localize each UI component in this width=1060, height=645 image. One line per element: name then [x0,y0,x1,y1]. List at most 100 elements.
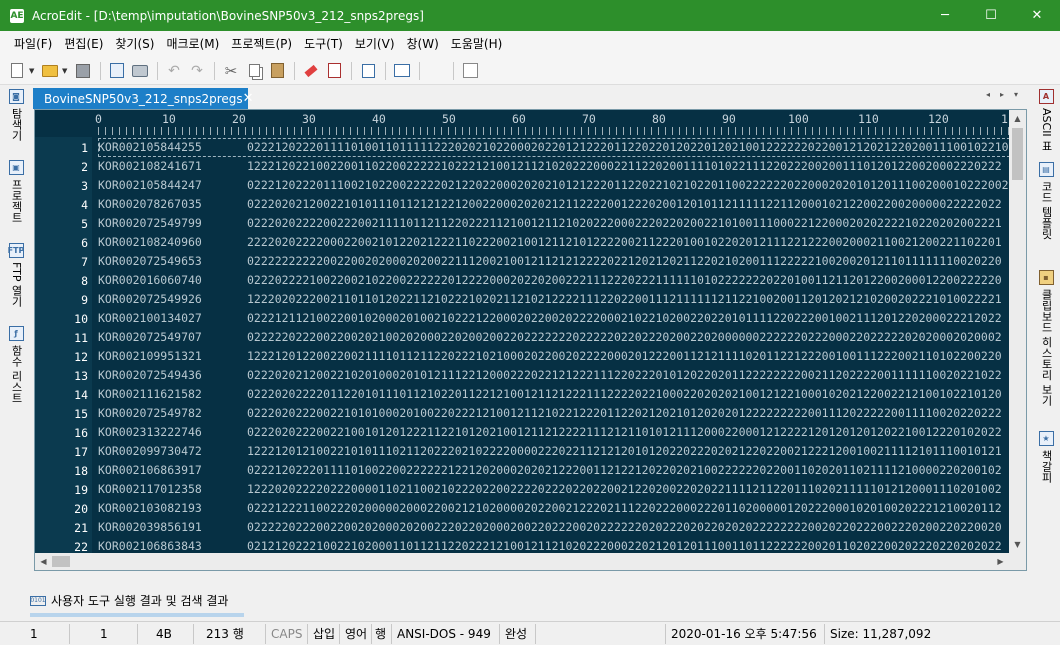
animal-id: KOR002109951321 [98,349,202,363]
side-tab-ftp[interactable]: FTP FTP 열기 [6,243,26,307]
close-button[interactable]: ✕ [1014,0,1060,31]
undo-icon: ↶ [168,62,180,79]
status-insert-mode[interactable]: 삽입 [308,623,340,644]
status-line: 1 [0,623,70,644]
genotype-sequence: 1222120221002200110220022222102221210012… [247,159,1002,173]
binary-output-icon: 0101 [30,595,46,606]
open-file-button[interactable] [39,60,61,82]
text-line: KOR002072549436 0222020212002210201000201… [98,366,1002,385]
title-bar: AE AcroEdit - [D:\temp\imputation\Bovine… [0,0,1060,31]
undo-button[interactable]: ↶ [163,60,185,82]
vertical-scroll-thumb[interactable] [1012,128,1023,180]
find-button[interactable] [323,60,345,82]
print-preview-button[interactable] [106,60,128,82]
genotype-sequence: 0222222222200220020200020200221112002100… [247,254,1002,268]
line-number: 21 [74,521,88,535]
genotype-sequence: 2222020222200022002101220212221102220021… [247,235,1002,249]
line-number: 5 [81,217,88,231]
project-icon: ▣ [8,160,24,175]
toolbar-separator [100,61,101,80]
find-document-icon [327,63,341,78]
status-language[interactable]: 영어 [340,623,372,644]
tab-prev-icon[interactable]: ◂ [986,90,990,99]
side-tab-label: FTP 열기 [10,262,23,307]
menu-edit[interactable]: 편집(E) [58,33,109,55]
right-side-panel: A ASCII 표 ▤ 코드 템플릿 ▪ 클립보드 히스토리 보기 ★ 책갈피 [1030,86,1060,590]
side-tab-function-list[interactable]: ƒ 함수 리스트 [6,326,26,404]
paste-button[interactable] [266,60,288,82]
tab-list-icon[interactable]: ▾ [1014,90,1018,99]
new-file-button[interactable] [6,60,28,82]
side-tab-project[interactable]: ▣ 프로젝트 [6,160,26,223]
function-list-icon: ƒ [8,326,24,341]
vertical-scrollbar[interactable]: ▲ ▼ [1009,110,1026,553]
side-tab-explorer[interactable]: ◙ 탐색기 [6,89,26,141]
genotype-sequence: 0222020222200222002111101121122022211210… [247,216,1002,230]
blank-toolbar-slot [425,60,447,82]
print-button[interactable] [129,60,151,82]
side-tab-label: 함수 리스트 [10,345,23,404]
document-button[interactable] [357,60,379,82]
side-tab-clipboard-history[interactable]: ▪ 클립보드 히스토리 보기 [1036,270,1056,406]
menu-window[interactable]: 창(W) [401,33,445,55]
line-number: 6 [81,236,88,250]
text-line: KOR002039856191 0222220222002200202000202… [98,518,1002,537]
output-tab[interactable]: 0101 사용자 도구 실행 결과 및 검색 결과 [30,592,228,609]
horizontal-scroll-thumb[interactable] [52,556,70,567]
animal-id: KOR002016060740 [98,273,202,287]
ruler-number: 1 [1001,112,1008,126]
menu-project[interactable]: 프로젝트(P) [225,33,298,55]
text-line: KOR002103082193 0222122211002220200000200… [98,499,1002,518]
status-completion[interactable]: 완성 [500,623,536,644]
text-line: KOR002105844247 0222120222011100210220022… [98,176,1010,195]
new-file-dropdown-icon[interactable]: ▼ [29,67,37,75]
horizontal-scrollbar[interactable]: ◀ ▶ [35,553,1009,570]
menu-macro[interactable]: 매크로(M) [160,33,225,55]
text-line: KOR002109951321 1222120122002200211110112… [98,347,1002,366]
status-row-count: 213 행 [194,623,266,644]
redo-button[interactable]: ↷ [186,60,208,82]
save-button[interactable] [72,60,94,82]
genotype-sequence: 0222120222011110100220022222212212020002… [247,463,1002,477]
animal-id: KOR002105844247 [98,178,202,192]
menu-view[interactable]: 보기(V) [349,33,401,55]
marker-icon [304,64,318,77]
scroll-up-icon[interactable]: ▲ [1009,110,1026,127]
open-file-dropdown-icon[interactable]: ▼ [62,67,70,75]
line-number: 10 [74,312,88,326]
tab-next-icon[interactable]: ▸ [1000,90,1004,99]
text-line: KOR002108241671 1222120221002200110220022… [98,157,1002,176]
window-title: AcroEdit - [D:\temp\imputation\BovineSNP… [32,8,424,23]
text-editor[interactable]: 0 10 20 30 40 50 60 70 80 90 100 110 120… [34,109,1027,571]
document-tab[interactable]: BovineSNP50v3_212_snps2pregs ✕ [33,88,254,109]
copy-icon [248,64,260,77]
text-area[interactable]: KOR002105844255 0222120222011110100110111… [98,137,1010,570]
side-tab-code-template[interactable]: ▤ 코드 템플릿 [1036,162,1056,240]
outline-button[interactable] [391,60,413,82]
animal-id: KOR002072549653 [98,254,202,268]
column-mode-button[interactable] [459,60,481,82]
cut-button[interactable]: ✂ [220,60,242,82]
bookmark-icon: ★ [1038,431,1054,446]
maximize-button[interactable]: ☐ [968,0,1014,31]
menu-tools[interactable]: 도구(T) [298,33,349,55]
side-tab-ascii-table[interactable]: A ASCII 표 [1036,89,1056,151]
highlight-button[interactable] [300,60,322,82]
status-encoding[interactable]: ANSI-DOS - 949 [392,623,500,644]
side-tab-bookmark[interactable]: ★ 책갈피 [1036,431,1056,483]
status-row-mode[interactable]: 행 [372,623,392,644]
menu-find[interactable]: 찾기(S) [109,33,160,55]
menu-file[interactable]: 파일(F) [8,33,58,55]
animal-id: KOR002100134027 [98,311,202,325]
line-number: 22 [74,540,88,554]
close-tab-icon[interactable]: ✕ [243,91,254,106]
line-number: 15 [74,407,88,421]
scroll-left-icon[interactable]: ◀ [35,553,52,570]
animal-id: KOR002072549707 [98,330,202,344]
scroll-down-icon[interactable]: ▼ [1009,536,1026,553]
scroll-right-icon[interactable]: ▶ [992,553,1009,570]
minimize-button[interactable]: ─ [922,0,968,31]
menu-help[interactable]: 도움말(H) [445,33,509,55]
copy-button[interactable] [243,60,265,82]
line-number: 7 [81,255,88,269]
